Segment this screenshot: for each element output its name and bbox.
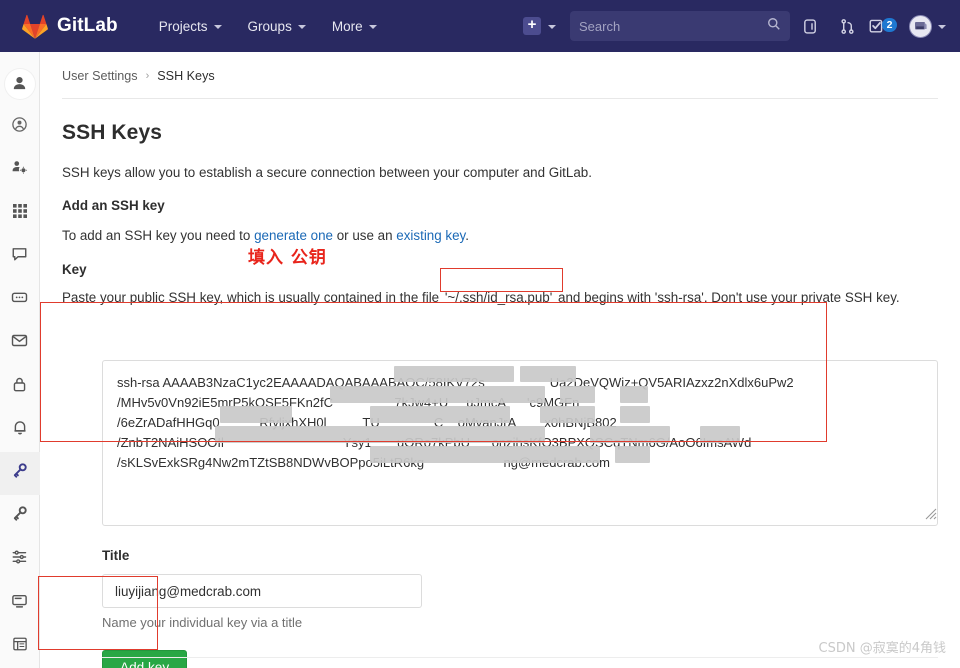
merge-requests-icon[interactable] bbox=[830, 8, 864, 44]
chevron-down-icon bbox=[548, 25, 556, 29]
user-icon bbox=[4, 68, 35, 99]
main-nav-links: Projects Groups More bbox=[146, 13, 390, 40]
search-input[interactable]: Search bbox=[570, 11, 790, 41]
brand-home-link[interactable]: GitLab bbox=[22, 14, 118, 39]
sidebar-item-preferences-chat[interactable] bbox=[0, 278, 40, 321]
instruction-prefix: To add an SSH key you need to bbox=[62, 228, 255, 244]
brand-title: GitLab bbox=[57, 15, 118, 36]
page-title: SSH Keys bbox=[62, 121, 163, 144]
redaction-blur bbox=[370, 446, 600, 463]
chevron-down-icon bbox=[213, 25, 222, 29]
annotation-fill-public-key: 填入 公钥 bbox=[248, 248, 327, 268]
breadcrumb-user-settings[interactable]: User Settings bbox=[62, 69, 138, 83]
grid-apps-icon bbox=[12, 203, 28, 224]
message-dots-icon bbox=[11, 290, 28, 311]
sidebar-item-password[interactable] bbox=[0, 365, 40, 408]
redaction-blur bbox=[330, 386, 545, 403]
paste-instruction: Paste your public SSH key, which is usua… bbox=[40, 277, 960, 307]
user-gear-icon bbox=[11, 159, 29, 181]
todos-count-badge: 2 bbox=[881, 18, 898, 32]
instruction-suffix: . bbox=[465, 228, 469, 244]
sidebar-item-gpg-keys[interactable] bbox=[0, 495, 40, 538]
instruction-middle: or use an bbox=[333, 228, 397, 244]
nav-label-groups: Groups bbox=[247, 18, 292, 34]
new-item-button[interactable]: + bbox=[523, 17, 556, 35]
paste-prefix: Paste your public SSH key, which is usua… bbox=[62, 289, 443, 305]
key-field-label: Key bbox=[62, 261, 87, 277]
sidebar-item-audit-log[interactable] bbox=[0, 625, 40, 668]
redaction-blur bbox=[220, 406, 292, 423]
list-table-icon bbox=[12, 636, 28, 657]
breadcrumb-separator: › bbox=[145, 70, 150, 82]
sidebar-item-preferences[interactable] bbox=[0, 538, 40, 581]
monitor-icon bbox=[11, 593, 28, 614]
sliders-icon bbox=[11, 549, 28, 570]
redaction-blur bbox=[620, 406, 650, 423]
redaction-blur bbox=[394, 366, 514, 382]
issues-icon[interactable] bbox=[793, 8, 827, 44]
sidebar-item-account[interactable] bbox=[0, 105, 40, 148]
title-field-label: Title bbox=[102, 548, 130, 563]
title-input[interactable] bbox=[102, 574, 422, 608]
redaction-blur bbox=[520, 366, 576, 382]
redaction-blur bbox=[215, 426, 545, 443]
nav-label-projects: Projects bbox=[158, 18, 208, 34]
sidebar-item-chat[interactable] bbox=[0, 235, 40, 278]
search-placeholder: Search bbox=[579, 18, 621, 34]
nav-item-groups[interactable]: Groups bbox=[235, 13, 319, 40]
sidebar-item-ssh-keys[interactable] bbox=[0, 451, 40, 495]
main-content: User Settings › SSH Keys SSH Keys SSH ke… bbox=[40, 52, 960, 668]
redaction-blur bbox=[620, 386, 648, 403]
top-navbar: GitLab Projects Groups More + Search 2 bbox=[0, 0, 960, 52]
gitlab-ssh-keys-page: GitLab Projects Groups More + Search 2 U… bbox=[0, 0, 960, 668]
chevron-down-icon bbox=[368, 25, 377, 29]
avatar bbox=[909, 14, 932, 38]
instruction-paragraph: To add an SSH key you need to generate o… bbox=[40, 213, 960, 245]
redaction-blur bbox=[560, 386, 595, 403]
paste-suffix: and begins with 'ssh-rsa'. Don't use you… bbox=[554, 289, 900, 305]
sidebar-item-grid[interactable] bbox=[0, 192, 40, 235]
title-help-text: Name your individual key via a title bbox=[102, 615, 303, 630]
todos-button[interactable]: 2 bbox=[867, 8, 901, 44]
footer-divider bbox=[102, 657, 938, 658]
comment-icon bbox=[11, 246, 28, 268]
add-ssh-key-heading: Add an SSH key bbox=[62, 198, 165, 214]
sidebar-item-active-sessions[interactable] bbox=[0, 581, 40, 624]
user-menu-button[interactable] bbox=[909, 14, 946, 38]
key-solid-icon bbox=[11, 505, 28, 527]
csdn-watermark: CSDN @寂寞的4角钱 bbox=[818, 641, 946, 656]
sidebar-item-applications[interactable] bbox=[0, 149, 40, 192]
user-circle-icon bbox=[11, 116, 28, 138]
redaction-blur bbox=[370, 406, 510, 423]
generate-one-link[interactable]: generate one bbox=[254, 228, 333, 243]
nav-item-projects[interactable]: Projects bbox=[146, 13, 235, 40]
breadcrumb-current: SSH Keys bbox=[157, 69, 215, 83]
sidebar-item-notifications[interactable] bbox=[0, 408, 40, 451]
search-icon bbox=[767, 17, 781, 36]
redaction-blur bbox=[590, 426, 670, 443]
sidebar-item-profile[interactable] bbox=[0, 62, 40, 105]
nav-label-more: More bbox=[331, 18, 363, 34]
sidebar-item-emails[interactable] bbox=[0, 322, 40, 365]
plus-icon: + bbox=[523, 17, 541, 35]
redaction-blur bbox=[615, 446, 650, 463]
navbar-right-actions: + Search 2 bbox=[523, 0, 960, 52]
chevron-down-icon bbox=[297, 25, 306, 29]
nav-item-more[interactable]: More bbox=[319, 13, 390, 40]
envelope-icon bbox=[11, 333, 28, 353]
redaction-blur bbox=[540, 406, 595, 423]
page-lead-text: SSH keys allow you to establish a secure… bbox=[62, 165, 592, 180]
ssh-key-textarea[interactable]: ssh-rsa AAAAB3NzaC1yc2EAAAADAQABAAABAQC/… bbox=[102, 360, 938, 526]
lock-icon bbox=[12, 376, 27, 398]
bell-icon bbox=[12, 419, 28, 441]
id-rsa-pub-path: '~/.ssh/id_rsa.pub' bbox=[444, 289, 553, 305]
redaction-blur bbox=[700, 426, 740, 443]
key-icon bbox=[11, 462, 28, 484]
user-settings-sidebar bbox=[0, 52, 40, 668]
breadcrumb: User Settings › SSH Keys bbox=[40, 60, 960, 92]
existing-key-link[interactable]: existing key bbox=[396, 228, 465, 243]
add-key-button[interactable]: Add key bbox=[102, 650, 188, 668]
gitlab-tanuki-icon bbox=[22, 14, 48, 39]
chevron-down-icon bbox=[938, 25, 946, 29]
